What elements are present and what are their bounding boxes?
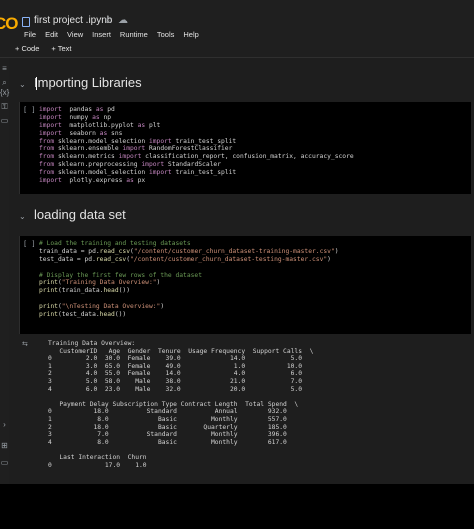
cell-output: ⇆ Training Data Overview: CustomerID Age… (19, 340, 471, 484)
code-line: print("Training Data Overview:") (39, 279, 161, 287)
code-line: from sklearn.preprocessing import Standa… (39, 161, 221, 169)
cloud-icon[interactable]: ☁ (118, 15, 128, 26)
star-icon[interactable]: ☆ (104, 15, 113, 26)
menu-file[interactable]: File (24, 30, 36, 39)
output-line: 4 6.0 23.0 Male 32.0 20.0 5.0 (48, 385, 303, 393)
output-line: 1 8.0 Basic Monthly 557.0 (48, 415, 287, 423)
colab-logo[interactable]: CO (0, 14, 18, 34)
code-line: print("\nTesting Data Overview:") (39, 303, 165, 311)
section-importing-libraries: ⌄ Importing Libraries (10, 74, 474, 100)
menu-bar: File Edit View Insert Runtime Tools Help (24, 30, 199, 39)
output-line: Training Data Overview: (48, 340, 136, 347)
output-line: 2 4.0 55.0 Female 14.0 4.0 6.0 (48, 370, 303, 378)
section-loading-data-set: ⌄ loading data set (10, 206, 474, 232)
output-line: 0 2.0 30.0 Female 39.0 14.0 5.0 (48, 355, 303, 363)
add-text-button[interactable]: + Text (51, 44, 71, 53)
header: CO first project .ipynb ☆ ☁ File Edit Vi… (0, 0, 474, 58)
text-cursor (36, 77, 37, 90)
run-cell-button[interactable]: [ ] (23, 106, 36, 114)
output-line: 0 18.0 Standard Annual 932.0 (48, 408, 287, 416)
code-icon[interactable]: {x} (0, 88, 9, 97)
menu-view[interactable]: View (67, 30, 83, 39)
code-line: train_data = pd.read_csv("/content/custo… (39, 247, 339, 255)
menu-runtime[interactable]: Runtime (120, 30, 148, 39)
left-sidebar: ≡ ⌕ {x} ⚿ ▭ › ⊞ ▭ (0, 58, 9, 484)
code-line: from sklearn.metrics import classificati… (39, 153, 354, 161)
output-line: Payment Delay Subscription Type Contract… (48, 400, 299, 408)
output-menu-icon[interactable]: ⇆ (22, 340, 28, 348)
output-line: Last Interaction Churn (48, 453, 147, 461)
code-line: # Load the training and testing datasets (39, 240, 191, 247)
key-icon[interactable]: ⚿ (0, 102, 9, 112)
code-line: print(test_data.head()) (39, 311, 127, 319)
output-line: 4 8.0 Basic Monthly 617.0 (48, 438, 287, 446)
code-line: import matplotlib.pyplot as plt (39, 121, 161, 129)
notebook-title[interactable]: first project .ipynb (34, 15, 112, 26)
section-title: Importing Libraries (34, 75, 142, 90)
menu-insert[interactable]: Insert (92, 30, 111, 39)
output-line: 1 3.0 65.0 Female 49.0 1.0 10.0 (48, 362, 303, 370)
code-line: # Display the first few rows of the data… (39, 271, 203, 279)
output-line: CustomerID Age Gender Tenure Usage Frequ… (48, 347, 314, 355)
terminal-icon[interactable]: ▭ (0, 458, 9, 467)
code-editor[interactable]: import pandas as pd import numpy as np imp… (39, 106, 354, 185)
code-line: from sklearn.model_selection import trai… (39, 137, 237, 145)
menu-tools[interactable]: Tools (157, 30, 175, 39)
code-line: import numpy as np (39, 113, 112, 121)
section-title: loading data set (34, 207, 126, 222)
code-line: import pandas as pd (39, 106, 115, 113)
toolbar: + Code + Text (15, 44, 72, 53)
collapse-chevron-icon[interactable]: ⌄ (19, 212, 26, 221)
code-cell-load-data[interactable]: [ ] # Load the training and testing data… (19, 236, 471, 334)
menu-help[interactable]: Help (183, 30, 198, 39)
output-line: 0 17.0 1.0 (48, 461, 147, 469)
folder-icon[interactable]: ▭ (0, 116, 9, 125)
search-icon[interactable]: ⌕ (0, 78, 9, 88)
expand-icon[interactable]: › (0, 420, 9, 429)
add-code-button[interactable]: + Code (15, 44, 39, 53)
code-line: print(train_data.head()) (39, 287, 131, 295)
output-line: 2 18.0 Basic Quarterly 185.0 (48, 423, 287, 431)
notebook: ⌄ Importing Libraries [ ] import pandas … (10, 58, 474, 484)
output-line: 3 7.0 Standard Monthly 396.0 (48, 431, 287, 439)
menu-icon[interactable]: ≡ (0, 64, 9, 73)
menu-edit[interactable]: Edit (45, 30, 58, 39)
code-line: from sklearn.model_selection import trai… (39, 169, 237, 177)
code-line: from sklearn.ensemble import RandomFores… (39, 145, 233, 153)
code-line: test_data = pd.read_csv("/content/custom… (39, 255, 331, 263)
colab-window: CO first project .ipynb ☆ ☁ File Edit Vi… (0, 0, 474, 484)
code-line: import plotly.express as px (39, 177, 146, 185)
notebook-file-icon (22, 17, 30, 27)
bottom-black-bar (0, 484, 474, 529)
output-line: 3 5.0 58.0 Male 38.0 21.0 7.0 (48, 377, 303, 385)
collapse-chevron-icon[interactable]: ⌄ (19, 80, 26, 89)
code-editor[interactable]: # Load the training and testing datasets… (39, 240, 339, 319)
run-cell-button[interactable]: [ ] (23, 240, 36, 248)
code-cell-imports[interactable]: [ ] import pandas as pd import numpy as n… (19, 102, 471, 194)
code-snippets-icon[interactable]: ⊞ (0, 441, 9, 450)
output-text: Training Data Overview: CustomerID Age G… (48, 340, 313, 469)
code-line: import seaborn as sns (39, 129, 123, 137)
